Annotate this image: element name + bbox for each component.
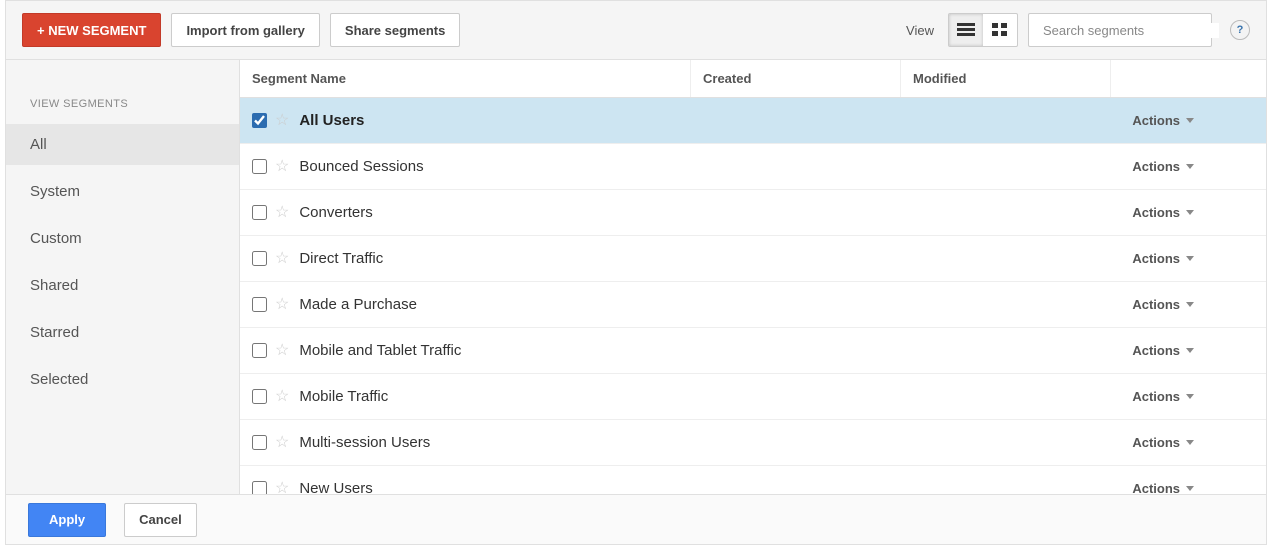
segments-panel: + NEW SEGMENT Import from gallery Share … bbox=[5, 0, 1267, 545]
table-row: ☆ New Users Actions bbox=[240, 466, 1266, 494]
row-checkbox[interactable] bbox=[252, 251, 267, 266]
sidebar: VIEW SEGMENTS All System Custom Shared Starr… bbox=[6, 60, 240, 494]
col-header-name: Segment Name bbox=[240, 71, 690, 86]
row-checkbox[interactable] bbox=[252, 481, 267, 494]
grid-icon bbox=[992, 23, 1008, 37]
sidebar-item-all[interactable]: All bbox=[6, 124, 239, 165]
content: Segment Name Created Modified ☆ All Users… bbox=[240, 60, 1266, 494]
actions-label: Actions bbox=[1132, 481, 1180, 494]
row-checkbox[interactable] bbox=[252, 389, 267, 404]
cancel-button[interactable]: Cancel bbox=[124, 503, 197, 537]
list-icon bbox=[957, 23, 975, 37]
actions-label: Actions bbox=[1132, 159, 1180, 174]
actions-menu[interactable]: Actions bbox=[1132, 159, 1254, 174]
segment-name: Bounced Sessions bbox=[299, 158, 423, 175]
new-segment-button[interactable]: + NEW SEGMENT bbox=[22, 13, 161, 47]
star-icon[interactable]: ☆ bbox=[275, 159, 289, 175]
star-icon[interactable]: ☆ bbox=[275, 435, 289, 451]
star-icon[interactable]: ☆ bbox=[275, 297, 289, 313]
table-row: ☆ Direct Traffic Actions bbox=[240, 236, 1266, 282]
star-icon[interactable]: ☆ bbox=[275, 389, 289, 405]
sidebar-title: VIEW SEGMENTS bbox=[6, 90, 239, 124]
segment-name: Multi-session Users bbox=[299, 434, 430, 451]
star-icon[interactable]: ☆ bbox=[275, 481, 289, 495]
actions-menu[interactable]: Actions bbox=[1132, 205, 1254, 220]
actions-menu[interactable]: Actions bbox=[1132, 251, 1254, 266]
import-from-gallery-button[interactable]: Import from gallery bbox=[171, 13, 319, 47]
actions-menu[interactable]: Actions bbox=[1132, 113, 1254, 128]
actions-menu[interactable]: Actions bbox=[1132, 389, 1254, 404]
chevron-down-icon bbox=[1186, 302, 1194, 307]
sidebar-item-selected[interactable]: Selected bbox=[6, 359, 239, 400]
sidebar-item-shared[interactable]: Shared bbox=[6, 265, 239, 306]
table-row: ☆ Mobile and Tablet Traffic Actions bbox=[240, 328, 1266, 374]
row-checkbox[interactable] bbox=[252, 205, 267, 220]
actions-menu[interactable]: Actions bbox=[1132, 297, 1254, 312]
actions-menu[interactable]: Actions bbox=[1132, 343, 1254, 358]
chevron-down-icon bbox=[1186, 256, 1194, 261]
view-grid-button[interactable] bbox=[983, 14, 1017, 46]
star-icon[interactable]: ☆ bbox=[275, 251, 289, 267]
chevron-down-icon bbox=[1186, 118, 1194, 123]
actions-label: Actions bbox=[1132, 205, 1180, 220]
col-header-actions bbox=[1110, 60, 1266, 97]
actions-label: Actions bbox=[1132, 251, 1180, 266]
row-checkbox[interactable] bbox=[252, 435, 267, 450]
actions-label: Actions bbox=[1132, 297, 1180, 312]
table-header: Segment Name Created Modified bbox=[240, 60, 1266, 98]
table-rows[interactable]: ☆ All Users Actions ☆ Bounced Sessions Action… bbox=[240, 98, 1266, 494]
star-icon[interactable]: ☆ bbox=[275, 205, 289, 221]
toolbar: + NEW SEGMENT Import from gallery Share … bbox=[6, 1, 1266, 60]
table-row: ☆ Converters Actions bbox=[240, 190, 1266, 236]
star-icon[interactable]: ☆ bbox=[275, 343, 289, 359]
apply-button[interactable]: Apply bbox=[28, 503, 106, 537]
search-wrap bbox=[1028, 13, 1212, 47]
table-row: ☆ Multi-session Users Actions bbox=[240, 420, 1266, 466]
footer: Apply Cancel bbox=[6, 494, 1266, 544]
chevron-down-icon bbox=[1186, 394, 1194, 399]
table-row: ☆ All Users Actions bbox=[240, 98, 1266, 144]
col-header-created: Created bbox=[690, 60, 900, 97]
table-row: ☆ Made a Purchase Actions bbox=[240, 282, 1266, 328]
chevron-down-icon bbox=[1186, 210, 1194, 215]
segment-name: Converters bbox=[299, 204, 372, 221]
row-checkbox[interactable] bbox=[252, 297, 267, 312]
segment-name: Mobile Traffic bbox=[299, 388, 388, 405]
sidebar-item-custom[interactable]: Custom bbox=[6, 218, 239, 259]
table-row: ☆ Mobile Traffic Actions bbox=[240, 374, 1266, 420]
view-label: View bbox=[906, 23, 934, 38]
help-button[interactable]: ? bbox=[1230, 20, 1250, 40]
row-checkbox[interactable] bbox=[252, 113, 267, 128]
share-segments-button[interactable]: Share segments bbox=[330, 13, 460, 47]
chevron-down-icon bbox=[1186, 164, 1194, 169]
actions-label: Actions bbox=[1132, 389, 1180, 404]
row-checkbox[interactable] bbox=[252, 343, 267, 358]
segment-name: Mobile and Tablet Traffic bbox=[299, 342, 461, 359]
sidebar-item-system[interactable]: System bbox=[6, 171, 239, 212]
segment-name: Direct Traffic bbox=[299, 250, 383, 267]
actions-label: Actions bbox=[1132, 113, 1180, 128]
segment-name: All Users bbox=[299, 112, 364, 129]
col-header-modified: Modified bbox=[900, 60, 1110, 97]
view-toggle bbox=[948, 13, 1018, 47]
actions-menu[interactable]: Actions bbox=[1132, 481, 1254, 494]
chevron-down-icon bbox=[1186, 440, 1194, 445]
chevron-down-icon bbox=[1186, 486, 1194, 491]
chevron-down-icon bbox=[1186, 348, 1194, 353]
row-checkbox[interactable] bbox=[252, 159, 267, 174]
actions-label: Actions bbox=[1132, 435, 1180, 450]
search-input[interactable] bbox=[1043, 23, 1219, 38]
segment-name: New Users bbox=[299, 480, 372, 494]
main: VIEW SEGMENTS All System Custom Shared Starr… bbox=[6, 60, 1266, 494]
actions-label: Actions bbox=[1132, 343, 1180, 358]
sidebar-item-starred[interactable]: Starred bbox=[6, 312, 239, 353]
star-icon[interactable]: ☆ bbox=[275, 113, 289, 129]
actions-menu[interactable]: Actions bbox=[1132, 435, 1254, 450]
segment-name: Made a Purchase bbox=[299, 296, 417, 313]
table-row: ☆ Bounced Sessions Actions bbox=[240, 144, 1266, 190]
view-list-button[interactable] bbox=[949, 14, 983, 46]
